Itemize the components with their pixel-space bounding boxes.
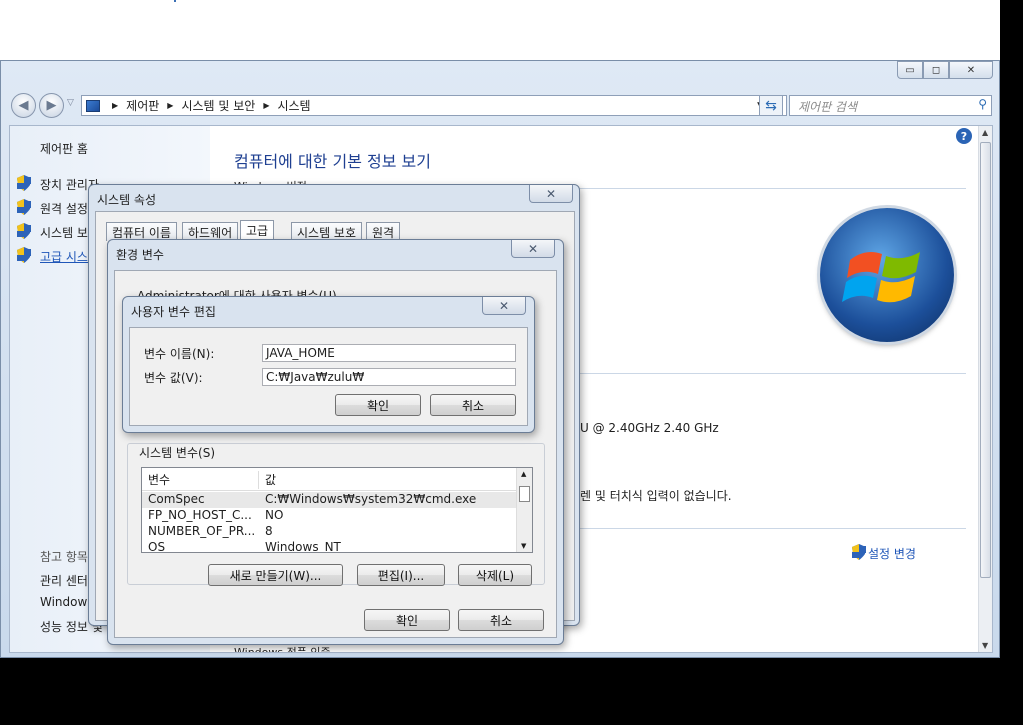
cancel-button[interactable]: 취소 — [430, 394, 516, 416]
scroll-thumb[interactable] — [980, 142, 991, 578]
column-header-name[interactable]: 변수 — [148, 471, 170, 488]
recent-pages-dropdown-icon[interactable]: ▽ — [67, 98, 74, 108]
breadcrumb-arrow-icon: ▶ — [167, 101, 174, 110]
back-arrow-icon: ◀ — [18, 98, 29, 113]
new-variable-button[interactable]: 새로 만들기(W)... — [208, 564, 343, 586]
row-name: ComSpec — [148, 492, 205, 506]
table-row[interactable]: NUMBER_OF_PR... 8 — [142, 524, 518, 540]
address-bar[interactable]: ▶ 제어판 ▶ 시스템 및 보안 ▶ 시스템 ▼ — [81, 95, 787, 116]
forward-arrow-icon: ▶ — [46, 98, 57, 113]
change-settings-link[interactable]: 설정 변경 — [868, 545, 916, 562]
breadcrumb-system[interactable]: 시스템 — [277, 97, 310, 114]
breadcrumb-control-panel[interactable]: 제어판 — [126, 97, 159, 114]
table-scrollbar[interactable]: ▲ ▼ — [516, 468, 532, 552]
search-input[interactable]: 제어판 검색 ⚲ — [789, 95, 992, 116]
search-placeholder: 제어판 검색 — [798, 100, 858, 114]
minimize-icon: ▭ — [905, 64, 915, 76]
scroll-up-icon[interactable]: ▲ — [982, 128, 988, 137]
dialog-title: 사용자 변수 편집 — [131, 305, 216, 319]
table-row[interactable]: OS Windows_NT — [142, 540, 518, 553]
row-name: FP_NO_HOST_C... — [148, 508, 252, 522]
tab-advanced[interactable]: 고급 — [240, 220, 275, 241]
system-variables-table[interactable]: 변수 값 ComSpec C:₩Windows₩system32₩cmd.exe … — [141, 467, 533, 553]
windows-flag-icon — [842, 252, 920, 303]
scroll-thumb[interactable] — [519, 486, 530, 502]
close-icon: ✕ — [527, 241, 539, 256]
edit-user-variable-dialog: 사용자 변수 편집 ✕ 변수 이름(N): JAVA_HOME 변수 값(V):… — [122, 296, 535, 433]
shield-icon — [17, 247, 31, 263]
control-panel-icon — [86, 99, 100, 112]
dialog-title: 시스템 속성 — [97, 193, 157, 207]
close-button[interactable]: ✕ — [529, 185, 573, 203]
system-variables-label: 시스템 변수(S) — [137, 444, 217, 461]
edit-variable-button[interactable]: 편집(I)... — [357, 564, 445, 586]
black-band — [1000, 0, 1023, 658]
minimize-button[interactable]: ▭ — [897, 61, 923, 79]
delete-variable-button[interactable]: 삭제(L) — [458, 564, 532, 586]
shield-icon — [17, 223, 31, 239]
variable-name-label: 변수 이름(N): — [144, 347, 215, 361]
ok-button[interactable]: 확인 — [335, 394, 421, 416]
close-button[interactable]: ✕ — [511, 240, 555, 258]
scroll-up-icon[interactable]: ▲ — [521, 470, 526, 478]
column-header-value[interactable]: 값 — [265, 471, 276, 488]
table-header: 변수 값 — [142, 471, 518, 491]
close-icon: ✕ — [498, 298, 510, 313]
desktop-top-area — [0, 0, 1000, 60]
shield-icon — [17, 199, 31, 215]
window-controls: ▭ ◻ ✕ — [897, 61, 993, 79]
processor-info: U @ 2.40GHz 2.40 GHz — [580, 421, 719, 435]
cancel-button[interactable]: 취소 — [458, 609, 544, 631]
close-button[interactable]: ✕ — [482, 297, 526, 315]
shield-icon — [852, 544, 866, 560]
breadcrumb-system-security[interactable]: 시스템 및 보안 — [181, 97, 255, 114]
close-icon: ✕ — [545, 186, 557, 201]
windows-logo — [820, 208, 954, 342]
breadcrumb-arrow-icon: ▶ — [263, 101, 270, 110]
desktop-dot — [174, 0, 176, 2]
row-name: NUMBER_OF_PR... — [148, 524, 256, 538]
see-also-heading: 참고 항목 — [40, 550, 88, 564]
row-value: Windows_NT — [265, 540, 341, 553]
dialog-body: 변수 이름(N): JAVA_HOME 변수 값(V): C:₩Java₩zul… — [129, 327, 528, 426]
dialog-title: 환경 변수 — [116, 248, 164, 262]
vertical-scrollbar[interactable]: ▲ ▼ — [978, 126, 992, 652]
sidebar-item-remote-settings[interactable]: 원격 설정 — [40, 200, 88, 217]
close-icon: ✕ — [966, 64, 976, 76]
scroll-down-icon[interactable]: ▼ — [982, 641, 988, 650]
table-row[interactable]: ComSpec C:₩Windows₩system32₩cmd.exe — [142, 492, 518, 508]
variable-name-input[interactable]: JAVA_HOME — [262, 344, 516, 362]
search-icon[interactable]: ⚲ — [978, 97, 987, 111]
row-value: 8 — [265, 524, 273, 538]
page-title: 컴퓨터에 대한 기본 정보 보기 — [234, 152, 431, 171]
scroll-down-icon[interactable]: ▼ — [521, 542, 526, 550]
row-value: C:₩Windows₩system32₩cmd.exe — [265, 492, 477, 506]
help-icon[interactable]: ? — [956, 128, 972, 144]
refresh-icon: ⇆ — [765, 97, 777, 114]
variable-value-input[interactable]: C:₩Java₩zulu₩ — [262, 368, 516, 386]
sidebar-home-link[interactable]: 제어판 홈 — [40, 140, 88, 157]
maximize-button[interactable]: ◻ — [923, 61, 949, 79]
breadcrumb-arrow-icon: ▶ — [112, 101, 119, 110]
column-divider — [258, 471, 259, 489]
see-also-action-center[interactable]: 관리 센터 — [40, 572, 88, 589]
refresh-button[interactable]: ⇆ — [759, 95, 783, 116]
variable-value-label: 변수 값(V): — [144, 371, 203, 385]
close-button[interactable]: ✕ — [949, 61, 993, 79]
row-value: NO — [265, 508, 284, 522]
pen-touch-info: 렌 및 터치식 입력이 없습니다. — [580, 489, 732, 503]
maximize-icon: ◻ — [931, 64, 941, 76]
ok-button[interactable]: 확인 — [364, 609, 450, 631]
back-button[interactable]: ◀ — [11, 93, 36, 118]
activation-heading: Windows 정품 인증 — [234, 644, 331, 652]
shield-icon — [17, 175, 31, 191]
forward-button[interactable]: ▶ — [39, 93, 64, 118]
table-row[interactable]: FP_NO_HOST_C... NO — [142, 508, 518, 524]
row-name: OS — [148, 540, 166, 553]
navigation-bar: ◀ ▶ ▽ ▶ 제어판 ▶ 시스템 및 보안 ▶ 시스템 ▼ ⇆ 제어판 검색 … — [9, 93, 993, 119]
